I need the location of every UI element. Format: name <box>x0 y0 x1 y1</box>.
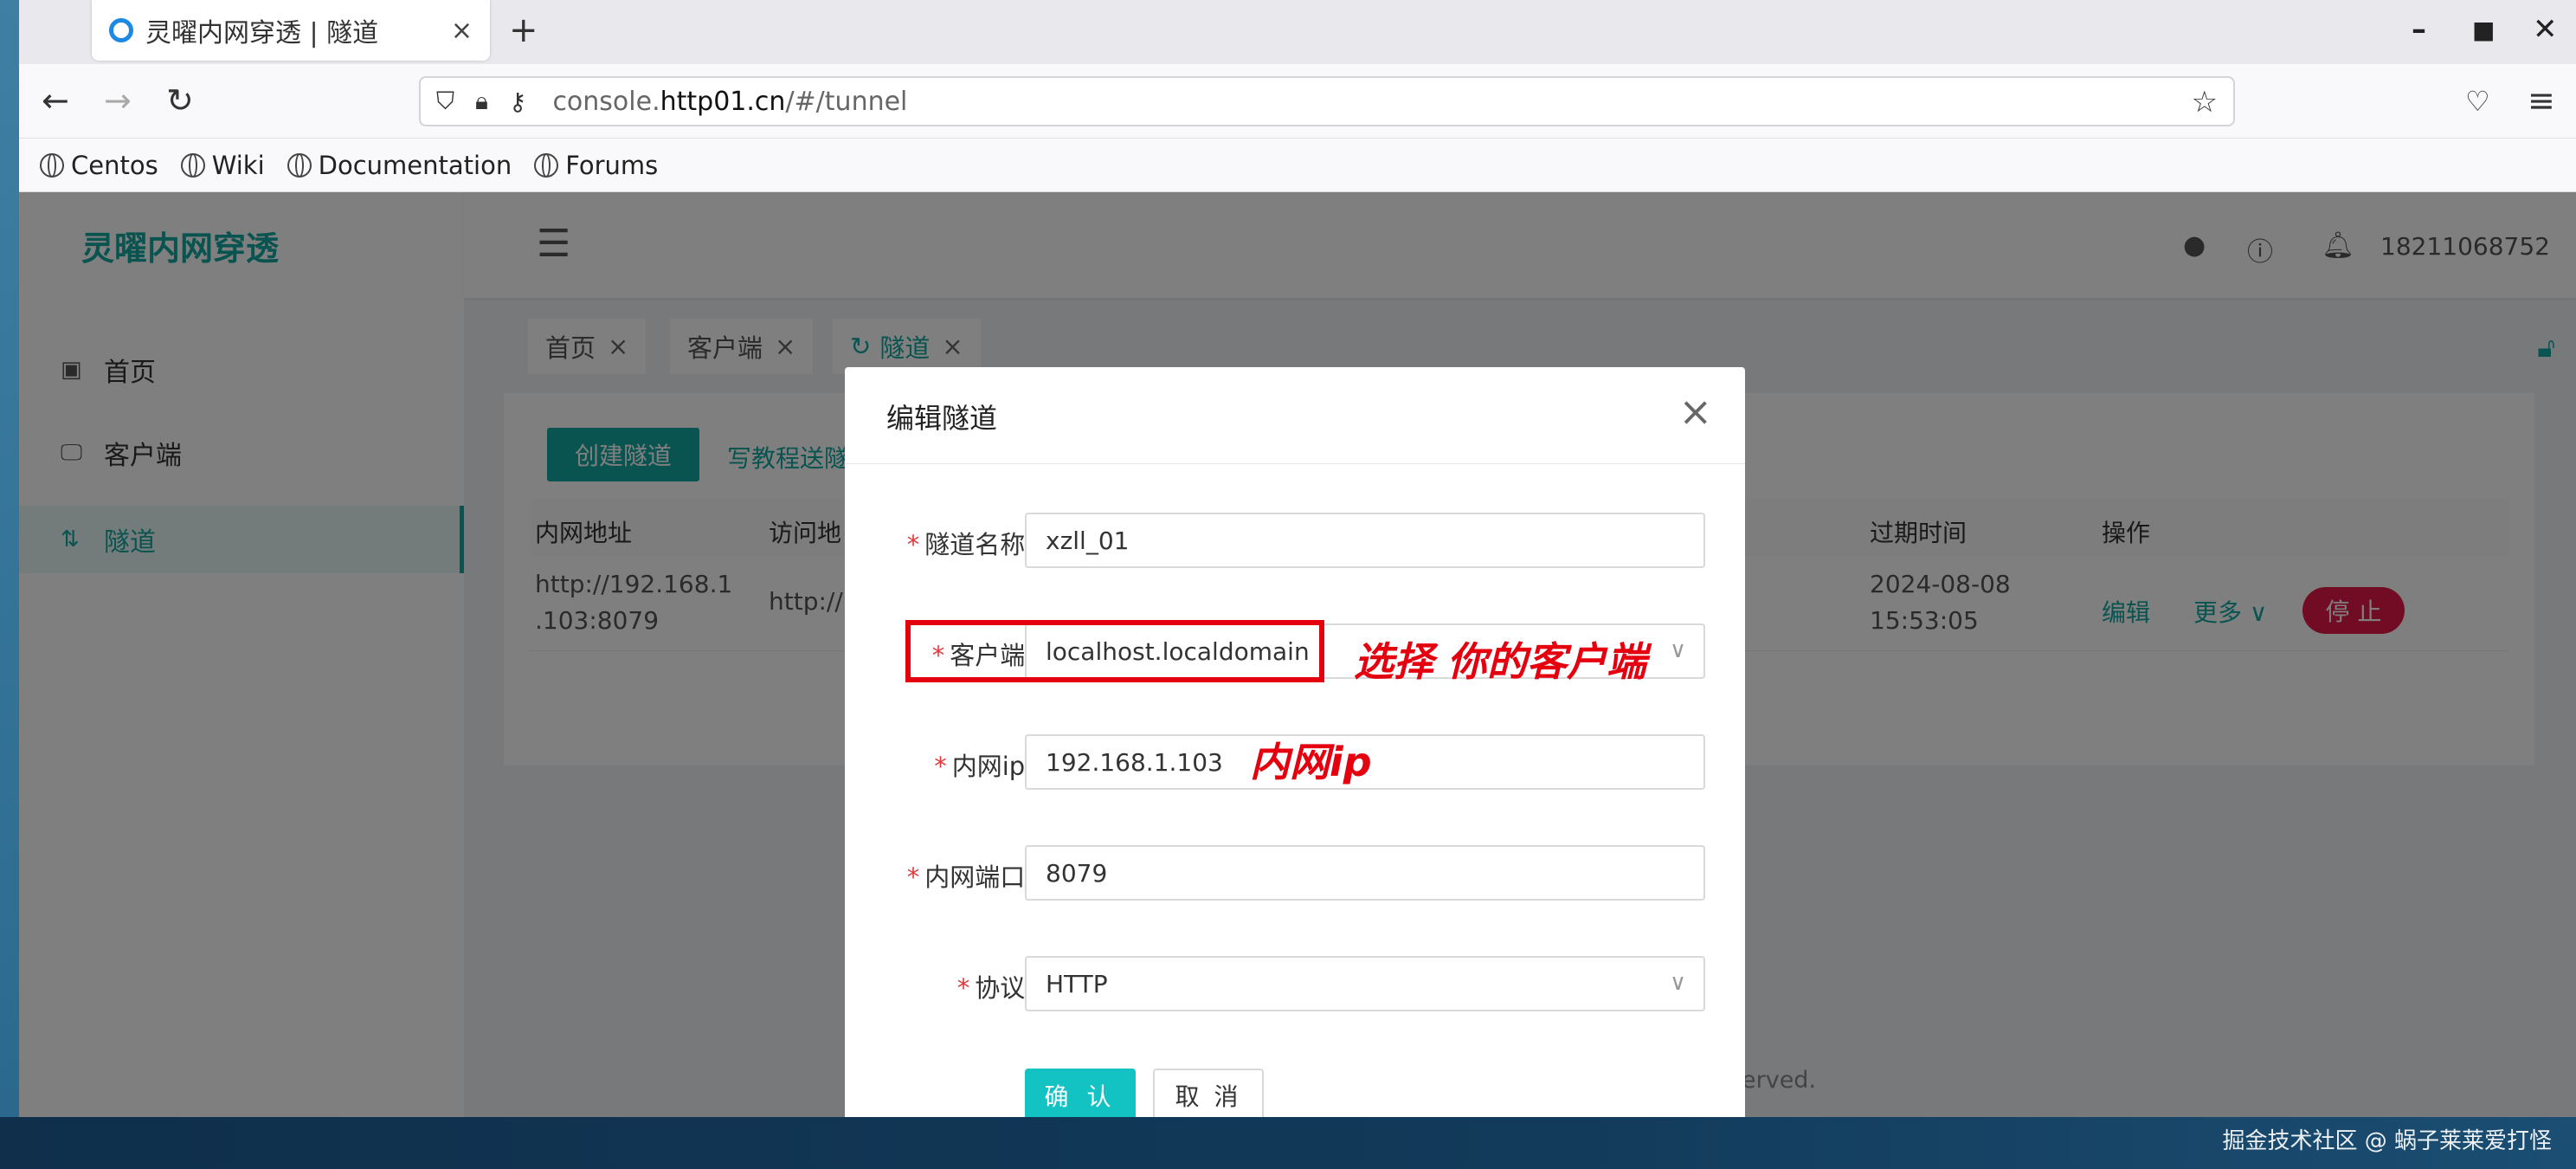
menu-icon[interactable]: ≡ <box>2528 81 2555 119</box>
field-protocol: * 协议: HTTP ∨ <box>845 956 1745 1013</box>
desktop-taskbar <box>0 1117 2576 1169</box>
annotation-client-note: 选择 你的客户端 <box>1354 638 1647 685</box>
bookmark-centos[interactable]: Centos <box>40 151 158 180</box>
field-label: * 内网ip: <box>934 752 1034 781</box>
browser-tab[interactable]: 灵曜内网穿透 | 隧道 × <box>92 0 490 61</box>
chevron-down-icon: ∨ <box>1669 637 1686 663</box>
reload-icon[interactable]: ↻ <box>166 81 194 119</box>
cancel-button[interactable]: 取 消 <box>1153 1069 1264 1117</box>
internal-port-input[interactable]: 8079 <box>1025 845 1705 901</box>
maximize-icon[interactable]: ■ <box>2472 16 2495 44</box>
bookmark-star-icon[interactable]: ☆ <box>2192 85 2218 119</box>
bookmark-wiki[interactable]: Wiki <box>180 151 265 180</box>
tab-close-icon[interactable]: × <box>451 16 473 46</box>
close-icon[interactable]: × <box>1678 388 1712 435</box>
bookmark-documentation[interactable]: Documentation <box>287 151 512 180</box>
window-close-icon[interactable]: ✕ <box>2533 12 2558 47</box>
minimize-icon[interactable]: – <box>2412 12 2426 47</box>
globe-icon <box>287 152 312 178</box>
back-icon[interactable]: ← <box>42 81 69 119</box>
tab-title: 灵曜内网穿透 | 隧道 <box>145 18 379 48</box>
site-favicon-icon <box>109 18 133 42</box>
dialog-header: 编辑隧道 × <box>845 367 1745 464</box>
browser-window: 灵曜内网穿透 | 隧道 × + – ■ ✕ ← → ↻ ⛉ 🔒︎ ⚷ conso… <box>19 0 2576 1117</box>
watermark: 掘金技术社区 @ 蜗子莱莱爱打怪 <box>2222 1128 2552 1154</box>
forward-icon[interactable]: → <box>104 81 132 119</box>
bookmark-forums[interactable]: Forums <box>534 151 658 180</box>
annotation-ip-note: 内网ip <box>1250 739 1372 785</box>
globe-icon <box>180 152 205 178</box>
globe-icon <box>40 152 64 178</box>
globe-icon <box>534 152 559 178</box>
address-bar[interactable]: ⛉ 🔒︎ ⚷ console.http01.cn/#/tunnel ☆ <box>419 76 2235 126</box>
pocket-icon[interactable]: ♡ <box>2465 85 2490 118</box>
field-internal-port: * 内网端口: 8079 <box>845 845 1745 902</box>
insecure-lock-icon[interactable]: 🔒︎ <box>475 87 488 116</box>
new-tab-button[interactable]: + <box>509 10 538 50</box>
field-tunnel-name: * 隧道名称: xzll_01 <box>845 513 1745 570</box>
field-label: * 协议: <box>956 973 1034 1003</box>
tab-bar: 灵曜内网穿透 | 隧道 × + – ■ ✕ <box>19 0 2576 64</box>
protocol-select[interactable]: HTTP ∨ <box>1025 956 1705 1011</box>
field-label: * 内网端口: <box>906 862 1034 892</box>
url-text: console.http01.cn/#/tunnel <box>552 86 908 117</box>
dialog-title: 编辑隧道 <box>886 402 998 435</box>
bookmarks-bar: Centos Wiki Documentation Forums <box>19 139 2576 192</box>
shield-icon[interactable]: ⛉ <box>436 87 454 116</box>
field-label: * 隧道名称: <box>906 530 1034 559</box>
annotation-highlight-box <box>905 620 1324 682</box>
navigation-bar: ← → ↻ ⛉ 🔒︎ ⚷ console.http01.cn/#/tunnel … <box>19 64 2576 139</box>
key-icon[interactable]: ⚷ <box>509 87 527 116</box>
tunnel-name-input[interactable]: xzll_01 <box>1025 513 1705 568</box>
chevron-down-icon: ∨ <box>1669 970 1686 996</box>
confirm-button[interactable]: 确 认 <box>1025 1069 1136 1117</box>
